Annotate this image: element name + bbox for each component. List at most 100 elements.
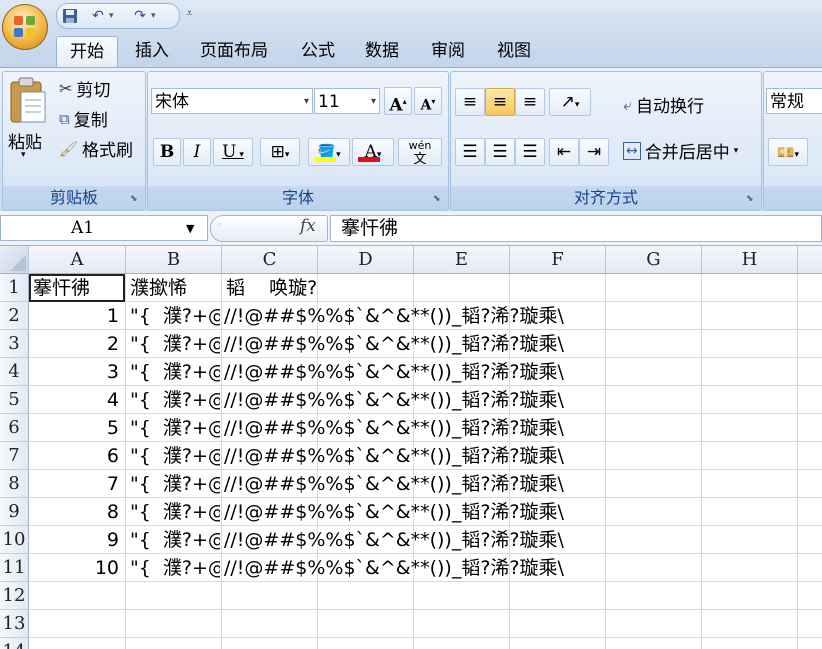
borders-button[interactable]: ⊞▾ xyxy=(260,138,300,166)
tab-review[interactable]: 审阅 xyxy=(420,36,476,66)
italic-button[interactable]: I xyxy=(183,138,211,166)
cell-b1[interactable]: 濮撳悕 xyxy=(130,274,187,302)
cut-button[interactable]: ✂ 剪切 xyxy=(59,76,110,101)
cell-a4[interactable]: 3 xyxy=(29,358,119,386)
cell-a10[interactable]: 9 xyxy=(29,526,119,554)
row-header-10[interactable]: 10 xyxy=(0,526,29,554)
wrap-text-button[interactable]: ⤶ 自动换行 xyxy=(623,92,704,118)
office-button[interactable] xyxy=(2,4,48,50)
paste-icon[interactable] xyxy=(5,76,49,136)
tab-home[interactable]: 开始 xyxy=(56,36,118,67)
undo-icon[interactable]: ↶ xyxy=(89,8,107,24)
row-header-2[interactable]: 2 xyxy=(0,302,29,330)
row-header-5[interactable]: 5 xyxy=(0,386,29,414)
cell-c11[interactable]: //!@##$%%$`&^&**())_韬?浠?璇乘\ xyxy=(224,554,564,582)
cell-b11[interactable]: "{ 濮?+@# xyxy=(130,554,220,582)
column-header-a[interactable]: A xyxy=(29,246,126,274)
tab-data[interactable]: 数据 xyxy=(356,36,408,66)
font-launcher-icon[interactable]: ⬊ xyxy=(433,194,444,205)
shrink-font-button[interactable]: A▾ xyxy=(414,87,442,115)
cell-b3[interactable]: "{ 濮?+@# xyxy=(130,330,220,358)
name-box[interactable]: A1 xyxy=(0,215,208,241)
cell-b10[interactable]: "{ 濮?+@# xyxy=(130,526,220,554)
increase-indent-button[interactable]: ⇥ xyxy=(579,138,609,166)
cell-b8[interactable]: "{ 濮?+@# xyxy=(130,470,220,498)
tab-page-layout[interactable]: 页面布局 xyxy=(190,36,278,66)
cell-b7[interactable]: "{ 濮?+@# xyxy=(130,442,220,470)
cell-b2[interactable]: "{ 濮?+@# xyxy=(130,302,220,330)
orientation-button[interactable]: ↗▾ xyxy=(549,88,591,116)
customize-qat-icon[interactable]: ⩡ xyxy=(186,6,193,21)
align-bottom-button[interactable]: ≡ xyxy=(515,88,545,116)
alignment-launcher-icon[interactable]: ⬊ xyxy=(746,194,757,205)
paste-dropdown-icon[interactable]: ▾ xyxy=(21,150,26,160)
clipboard-launcher-icon[interactable]: ⬊ xyxy=(130,194,141,205)
font-size-combo[interactable]: 11 ▾ xyxy=(314,88,380,114)
undo-dropdown-icon[interactable]: ▾ xyxy=(109,10,117,22)
column-header-b[interactable]: B xyxy=(126,246,222,274)
cell-c3[interactable]: //!@##$%%$`&^&**())_韬?浠?璇乘\ xyxy=(224,330,564,358)
cell-c8[interactable]: //!@##$%%$`&^&**())_韬?浠?璇乘\ xyxy=(224,470,564,498)
grow-font-button[interactable]: A▴ xyxy=(384,87,412,116)
cell-a7[interactable]: 6 xyxy=(29,442,119,470)
column-header-d[interactable]: D xyxy=(318,246,414,274)
cell-a9[interactable]: 8 xyxy=(29,498,119,526)
row-header-11[interactable]: 11 xyxy=(0,554,29,582)
underline-button[interactable]: U ▾ xyxy=(213,138,253,166)
row-header-3[interactable]: 3 xyxy=(0,330,29,358)
row-header-7[interactable]: 7 xyxy=(0,442,29,470)
row-header-9[interactable]: 9 xyxy=(0,498,29,526)
cell-a3[interactable]: 2 xyxy=(29,330,119,358)
currency-button[interactable]: 💴▾ xyxy=(768,138,808,166)
align-center-button[interactable]: ☰ xyxy=(485,138,515,166)
align-top-button[interactable]: ≡ xyxy=(455,88,485,116)
cell-c2[interactable]: //!@##$%%$`&^&**())_韬?浠?璇乘\ xyxy=(224,302,564,330)
align-left-button[interactable]: ☰ xyxy=(455,138,485,166)
row-header-12[interactable]: 12 xyxy=(0,582,29,610)
merge-center-button[interactable]: ↔ 合并后居中 ▾ xyxy=(623,138,738,163)
redo-dropdown-icon[interactable]: ▾ xyxy=(151,10,159,22)
redo-icon[interactable]: ↷ xyxy=(131,8,149,24)
cell-c10[interactable]: //!@##$%%$`&^&**())_韬?浠?璇乘\ xyxy=(224,526,564,554)
cell-a8[interactable]: 7 xyxy=(29,470,119,498)
phonetic-button[interactable]: wén 文 xyxy=(398,138,442,167)
row-header-13[interactable]: 13 xyxy=(0,610,29,638)
align-middle-button[interactable]: ≡ xyxy=(485,88,515,116)
cell-c7[interactable]: //!@##$%%$`&^&**())_韬?浠?璇乘\ xyxy=(224,442,564,470)
name-box-dropdown-icon[interactable]: ▼ xyxy=(186,222,194,235)
align-right-button[interactable]: ☰ xyxy=(515,138,545,166)
tab-view[interactable]: 视图 xyxy=(486,36,542,66)
cell-c9[interactable]: //!@##$%%$`&^&**())_韬?浠?璇乘\ xyxy=(224,498,564,526)
column-header-g[interactable]: G xyxy=(606,246,702,274)
cell-b5[interactable]: "{ 濮?+@# xyxy=(130,386,220,414)
cell-c4[interactable]: //!@##$%%$`&^&**())_韬?浠?璇乘\ xyxy=(224,358,564,386)
cell-a6[interactable]: 5 xyxy=(29,414,119,442)
save-icon[interactable] xyxy=(61,8,79,24)
row-header-6[interactable]: 6 xyxy=(0,414,29,442)
decrease-indent-button[interactable]: ⇤ xyxy=(549,138,579,166)
cell-a5[interactable]: 4 xyxy=(29,386,119,414)
row-header-1[interactable]: 1 xyxy=(0,274,29,302)
select-all-corner[interactable] xyxy=(0,246,29,274)
column-header-c[interactable]: C xyxy=(222,246,318,274)
cell-c6[interactable]: //!@##$%%$`&^&**())_韬?浠?璇乘\ xyxy=(224,414,564,442)
cell-b9[interactable]: "{ 濮?+@# xyxy=(130,498,220,526)
cell-c1[interactable]: 韬 唤璇? xyxy=(226,274,317,302)
bold-button[interactable]: B xyxy=(153,138,181,166)
column-header-f[interactable]: F xyxy=(510,246,606,274)
tab-insert[interactable]: 插入 xyxy=(126,36,178,66)
row-header-8[interactable]: 8 xyxy=(0,470,29,498)
formula-input[interactable]: 搴忓彿 xyxy=(330,215,822,242)
worksheet-grid[interactable]: A B C D E F G H 1234567891011121314 搴忓彿 … xyxy=(0,246,822,649)
font-name-combo[interactable]: 宋体 ▾ xyxy=(151,88,313,114)
column-header-h[interactable]: H xyxy=(702,246,798,274)
row-header-14[interactable]: 14 xyxy=(0,638,29,649)
tab-formulas[interactable]: 公式 xyxy=(290,36,346,66)
cell-a11[interactable]: 10 xyxy=(29,554,119,582)
font-color-button[interactable]: A▾ xyxy=(352,138,394,166)
cell-b6[interactable]: "{ 濮?+@# xyxy=(130,414,220,442)
format-painter-button[interactable]: 🖌 格式刷 xyxy=(59,136,133,162)
insert-function-button[interactable]: fx xyxy=(300,216,316,236)
cell-b4[interactable]: "{ 濮?+@# xyxy=(130,358,220,386)
number-format-combo[interactable]: 常规 xyxy=(766,88,822,114)
